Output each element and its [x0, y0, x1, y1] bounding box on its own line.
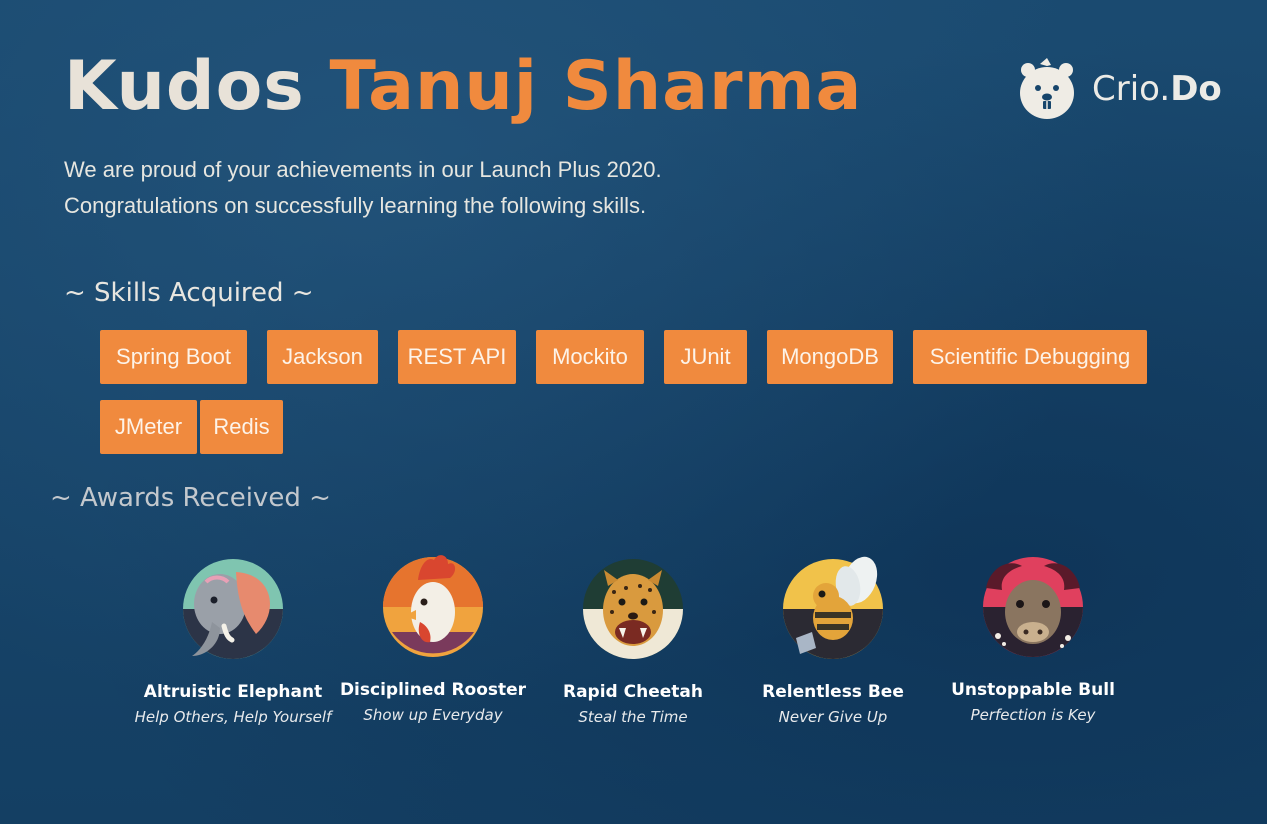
awards-heading: ~ Awards Received ~: [50, 483, 331, 513]
award-name: Rapid Cheetah: [563, 682, 703, 702]
recipient-name: Tanuj Sharma: [329, 47, 863, 126]
skill-chip: Scientific Debugging: [913, 330, 1147, 384]
skill-chip: REST API: [398, 330, 516, 384]
skill-chip: JMeter: [100, 400, 197, 454]
skill-chip: Jackson: [267, 330, 378, 384]
skill-chip: JUnit: [664, 330, 747, 384]
skills-heading: ~ Skills Acquired ~: [64, 278, 314, 308]
bee-icon: [783, 556, 883, 659]
award-rapid-cheetah: Rapid Cheetah Steal the Time: [533, 552, 733, 726]
title-prefix: Kudos: [64, 47, 305, 126]
logo-text-main: Crio.: [1092, 69, 1171, 109]
skill-chip: MongoDB: [767, 330, 893, 384]
skill-chip: Mockito: [536, 330, 644, 384]
award-disciplined-rooster: Disciplined Rooster Show up Everyday: [333, 550, 533, 724]
skill-chip: Spring Boot: [100, 330, 247, 384]
intro-line-1: We are proud of your achievements in our…: [64, 157, 662, 182]
bull-icon: [983, 557, 1083, 657]
beaver-mascot-icon: [1020, 58, 1074, 119]
logo-text: Crio.Do: [1092, 69, 1222, 109]
award-name: Relentless Bee: [762, 682, 904, 702]
award-name: Disciplined Rooster: [339, 680, 527, 700]
award-motto: Show up Everyday: [363, 706, 503, 724]
elephant-icon: [183, 559, 283, 659]
award-motto: Perfection is Key: [970, 706, 1096, 724]
award-altruistic-elephant: Altruistic Elephant Help Others, Help Yo…: [133, 552, 333, 726]
logo-text-bold: Do: [1170, 69, 1222, 109]
award-motto: Help Others, Help Yourself: [134, 708, 332, 726]
crio-logo: Crio.Do: [1018, 58, 1222, 120]
award-name: Unstoppable Bull: [951, 680, 1115, 700]
intro-line-2: Congratulations on successfully learning…: [64, 193, 647, 218]
award-name: Altruistic Elephant: [143, 682, 323, 702]
award-motto: Never Give Up: [778, 708, 888, 726]
rooster-icon: [383, 555, 483, 657]
page-title: Kudos Tanuj Sharma: [64, 44, 862, 130]
award-motto: Steal the Time: [578, 708, 688, 726]
cheetah-icon: [583, 559, 683, 659]
award-relentless-bee: Relentless Bee Never Give Up: [733, 552, 933, 726]
intro-text: We are proud of your achievements in our…: [64, 152, 662, 224]
skill-chip: Redis: [200, 400, 283, 454]
award-unstoppable-bull: Unstoppable Bull Perfection is Key: [933, 550, 1133, 724]
